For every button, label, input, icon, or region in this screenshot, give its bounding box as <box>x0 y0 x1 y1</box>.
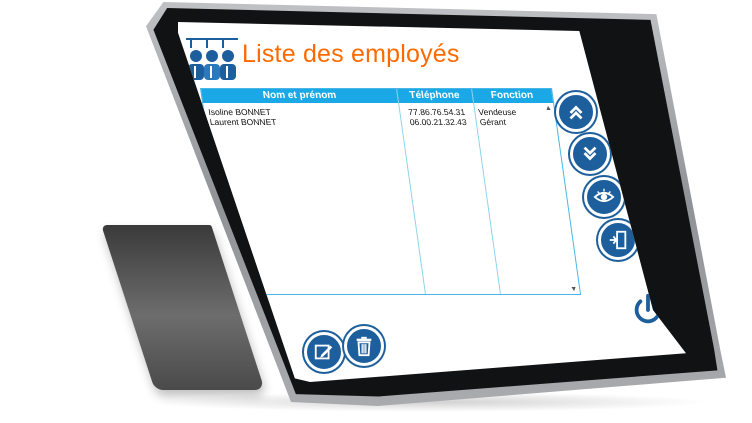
table-cell-phone[interactable]: 77.86.76.54.31 <box>408 107 466 117</box>
column-header-name[interactable]: Nom et prénom <box>201 89 398 103</box>
table-cell-role[interactable]: Vendeuse <box>478 107 517 117</box>
table-cell-role[interactable]: Gérant <box>479 117 506 127</box>
table-cell-name[interactable]: Laurent BONNET <box>209 117 277 127</box>
employees-table[interactable]: Nom et prénom Téléphone Fonction Isoline… <box>200 88 582 295</box>
scroll-down-arrow-icon[interactable]: ▼ <box>570 286 578 293</box>
people-group-icon <box>186 38 238 82</box>
device-mockup: Liste des employés Nom et prénom Télépho… <box>0 0 752 423</box>
column-header-phone[interactable]: Téléphone <box>396 89 473 103</box>
table-header: Nom et prénom Téléphone Fonction <box>201 89 554 103</box>
trash-icon <box>356 336 372 357</box>
view-button[interactable] <box>584 177 624 217</box>
table-cell-phone[interactable]: 06.00.21.32.43 <box>409 117 467 127</box>
column-header-role[interactable]: Fonction <box>471 89 553 103</box>
last-record-button[interactable] <box>570 134 610 174</box>
edit-button[interactable] <box>304 332 344 372</box>
double-chevron-down-icon <box>583 146 597 161</box>
delete-button[interactable] <box>344 326 384 366</box>
table-cell-name[interactable]: Isoline BONNET <box>208 107 272 117</box>
first-record-button[interactable] <box>556 92 596 132</box>
pencil-edit-icon <box>314 344 333 360</box>
page-title: Liste des employés <box>242 40 460 68</box>
door-exit-icon <box>609 230 627 250</box>
double-chevron-up-icon <box>569 105 583 120</box>
scroll-up-arrow-icon[interactable]: ▲ <box>544 105 552 112</box>
eye-icon <box>593 188 615 203</box>
